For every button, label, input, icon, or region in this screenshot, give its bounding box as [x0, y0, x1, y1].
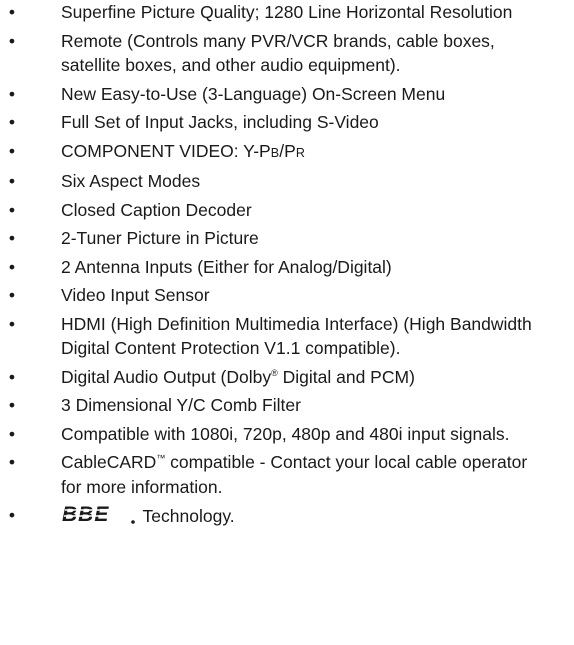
feature-item: • 3 Dimensional Y/C Comb Filter [0, 393, 574, 418]
feature-item: • COMPONENT VIDEO: Y-PB/PR [0, 139, 574, 166]
bbe-logo-text: BBE [62, 503, 109, 525]
feature-item: • Compatible with 1080i, 720p, 480p and … [0, 422, 574, 447]
bullet: • [8, 313, 16, 334]
cablecard-text: CableCARD [61, 452, 157, 472]
feature-text: Closed Caption Decoder [61, 199, 252, 220]
feature-text: Video Input Sensor [61, 285, 210, 305]
feature-text: New Easy-to-Use (3-Language) On-Screen M… [61, 83, 446, 104]
feature-text: CableCARD™ compatible - Contact your loc… [61, 452, 527, 497]
bullet: • [8, 505, 16, 525]
bullet: • [8, 256, 16, 277]
bullet: • [8, 366, 16, 387]
feature-item: • Six Aspect Modes [0, 169, 574, 194]
bullet: • [8, 140, 16, 161]
bbe-logo: BBE [62, 503, 135, 525]
feature-item: • Digital Audio Output (Dolby® Digital a… [0, 365, 574, 390]
feature-text: 3 Dimensional Y/C Comb Filter [61, 395, 301, 415]
bullet: • [8, 199, 16, 220]
feature-item: • 2-Tuner Picture in Picture [0, 226, 574, 251]
bullet: • [8, 171, 16, 191]
bullet: • [8, 112, 16, 132]
feature-item: • Remote (Controls many PVR/VCR brands, … [0, 29, 574, 78]
feature-text: Digital Audio Output (Dolby® Digital and… [61, 367, 415, 387]
bullet: • [8, 423, 16, 444]
feature-item: • 2 Antenna Inputs (Either for Analog/Di… [0, 255, 574, 280]
feature-item: • BBE Technology. [0, 503, 574, 529]
feature-text: Full Set of Input Jacks, including S-Vid… [61, 112, 379, 132]
feature-item: • New Easy-to-Use (3-Language) On-Screen… [0, 82, 574, 107]
registered-mark: ® [271, 367, 278, 378]
bullet: • [8, 30, 16, 51]
feature-text: 2-Tuner Picture in Picture [61, 228, 259, 248]
feature-list: • Superfine Picture Quality; 1280 Line H… [0, 0, 574, 529]
bullet: • [8, 452, 16, 472]
feature-item: • CableCARD™ compatible - Contact your l… [0, 450, 574, 499]
feature-item: • Closed Caption Decoder [0, 198, 574, 223]
feature-text: HDMI (High Definition Multimedia Interfa… [61, 313, 532, 359]
feature-item: • Full Set of Input Jacks, including S-V… [0, 110, 574, 135]
technology-text: Technology. [138, 506, 235, 526]
feature-item: • Video Input Sensor [0, 283, 574, 308]
component-video-sub-r: R [295, 145, 306, 160]
dolby-text: Digital Audio Output (Dolby [61, 366, 272, 387]
feature-text: Six Aspect Modes [61, 171, 201, 191]
feature-item: • Superfine Picture Quality; 1280 Line H… [0, 0, 574, 25]
feature-text: Remote (Controls many PVR/VCR brands, ca… [61, 30, 495, 76]
feature-text: BBE Technology. [61, 503, 235, 526]
feature-item: • HDMI (High Definition Multimedia Inter… [0, 312, 574, 361]
feature-text: Compatible with 1080i, 720p, 480p and 48… [61, 423, 510, 444]
feature-text: 2 Antenna Inputs (Either for Analog/Digi… [61, 256, 392, 277]
feature-text: Superfine Picture Quality; 1280 Line Hor… [61, 2, 513, 22]
trademark-mark: ™ [156, 453, 166, 463]
bullet: • [8, 2, 16, 22]
bullet: • [8, 395, 16, 415]
bullet: • [8, 83, 16, 104]
bullet: • [8, 228, 16, 248]
component-video-prefix: COMPONENT VIDEO: Y-P [61, 140, 271, 161]
feature-text: COMPONENT VIDEO: Y-PB/PR [61, 141, 305, 161]
component-video-slash: /P [279, 140, 296, 161]
bullet: • [8, 285, 16, 305]
component-video-sub-b: B [270, 145, 280, 160]
dolby-text-rest: Digital and PCM) [277, 366, 415, 387]
